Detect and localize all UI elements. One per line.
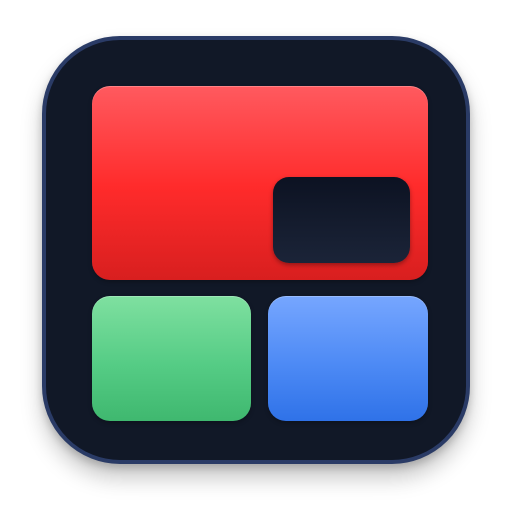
bottom-right-panel [268, 296, 428, 421]
picture-in-picture-panel [273, 177, 410, 263]
bottom-left-panel [92, 296, 251, 421]
main-video-panel [92, 86, 428, 280]
app-icon-canvas [0, 0, 512, 512]
split-screen-layout-icon [42, 36, 470, 464]
